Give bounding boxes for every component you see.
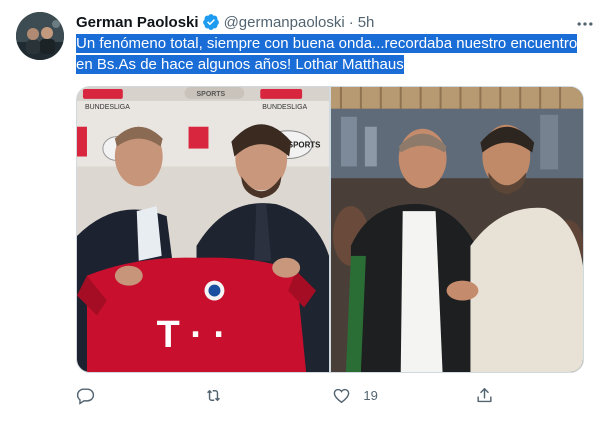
reply-icon: [76, 387, 95, 405]
reply-button[interactable]: [76, 386, 107, 405]
author-name[interactable]: German Paoloski: [76, 14, 199, 31]
verified-badge-icon: [202, 14, 219, 30]
author-handle[interactable]: @germanpaoloski: [224, 14, 345, 31]
timestamp[interactable]: 5h: [358, 14, 375, 31]
share-button[interactable]: [475, 386, 506, 405]
photo-1[interactable]: BUNDESLIGA SPORTS BUNDESLIGA FOX SPORTS: [77, 87, 329, 372]
more-options-icon[interactable]: [575, 14, 595, 34]
backdrop-sports-text: SPORTS: [197, 91, 226, 98]
tweet-text: Un fenómeno total, siempre con buena ond…: [76, 33, 596, 75]
share-icon: [477, 387, 492, 402]
photo-2[interactable]: [331, 87, 583, 372]
retweet-button[interactable]: [204, 386, 235, 405]
separator-dot: ·: [348, 13, 354, 31]
avatar[interactable]: [16, 12, 64, 60]
heart-icon: [334, 388, 350, 403]
backdrop-bundesliga-text-2: BUNDESLIGA: [262, 104, 307, 111]
tweet-media[interactable]: BUNDESLIGA SPORTS BUNDESLIGA FOX SPORTS: [76, 86, 584, 373]
like-count: 19: [363, 387, 378, 403]
like-button[interactable]: 19: [332, 386, 378, 405]
tweet-header: German Paoloski @germanpaoloski · 5h: [76, 12, 597, 32]
retweet-icon: [207, 389, 221, 401]
photo-jersey-presentation: BUNDESLIGA SPORTS BUNDESLIGA FOX SPORTS: [77, 87, 329, 372]
backdrop-bundesliga-text: BUNDESLIGA: [85, 104, 130, 111]
tweet-actions: 19: [76, 384, 506, 406]
tweet[interactable]: German Paoloski @germanpaoloski · 5h Un …: [0, 0, 613, 424]
tweet-text-content: Un fenómeno total, siempre con buena ond…: [76, 34, 578, 74]
photo-restaurant-meeting: [331, 87, 583, 372]
avatar-image: [16, 12, 64, 60]
jersey-sponsor-text: T · ·: [157, 314, 226, 356]
